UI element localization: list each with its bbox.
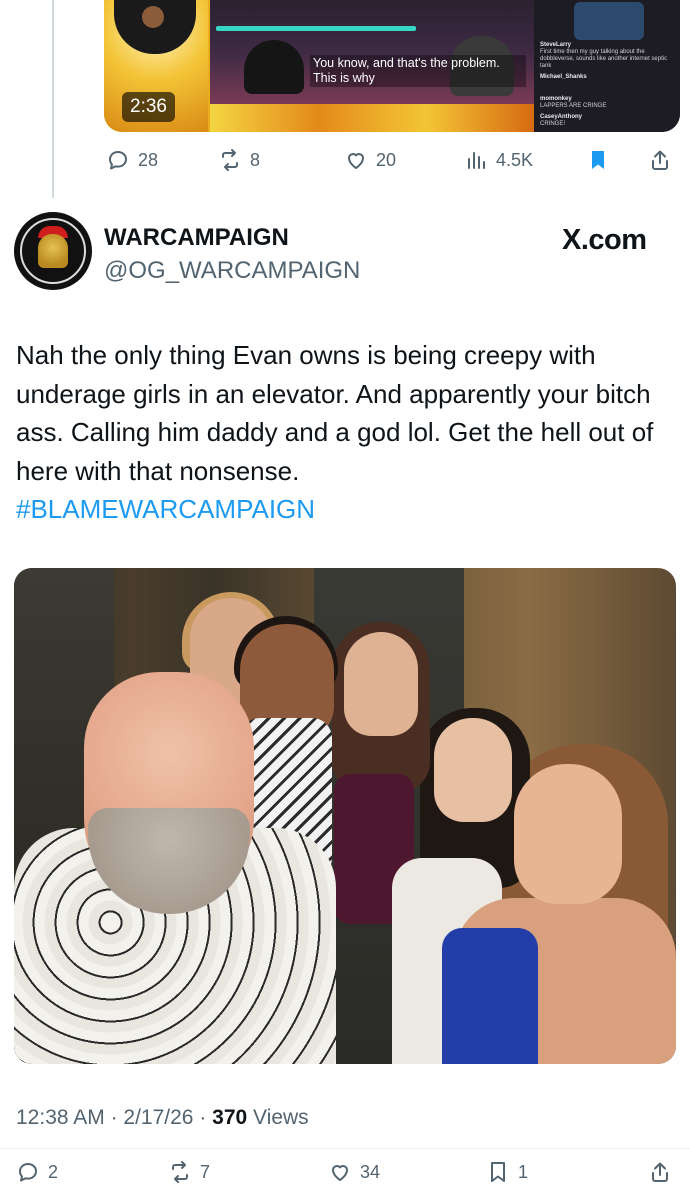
meta-separator: · (193, 1106, 213, 1129)
post-time[interactable]: 12:38 AM (16, 1106, 105, 1129)
bookmark-icon (491, 1162, 505, 1182)
like-action[interactable]: 20 (344, 148, 396, 172)
heart-icon (332, 1165, 348, 1181)
chat-text: First time then my guy talking about the… (540, 49, 668, 69)
chat-username: SteveLarry (540, 42, 572, 48)
bookmark-count: 1 (518, 1161, 529, 1182)
views-label: Views (247, 1106, 309, 1129)
xcom-watermark: X.com (562, 224, 647, 256)
person-face (434, 718, 512, 822)
post-date[interactable]: 2/17/26 (123, 1106, 193, 1129)
chat-username: Michael_Shanks (540, 74, 587, 80)
author-handle[interactable]: @OG_WARCAMPAIGN (104, 257, 360, 285)
streamer-cam (574, 2, 644, 40)
divider (0, 1148, 690, 1149)
person-face (514, 764, 622, 904)
repost-action[interactable]: 8 (218, 148, 260, 172)
reply-icon (19, 1163, 37, 1182)
bookmark-action[interactable]: 1 (486, 1160, 528, 1184)
thread-connector-line (52, 0, 54, 198)
repost-icon (172, 1161, 188, 1183)
chat-message: SteveLarry First time then my guy talkin… (540, 42, 674, 70)
vinyl-label (142, 6, 164, 28)
person-dress (442, 928, 538, 1064)
reply-count: 28 (138, 149, 159, 170)
chat-username: momonkey (540, 96, 572, 102)
repost-count: 7 (200, 1161, 211, 1182)
video-bottom-strip (210, 104, 534, 132)
bookmark-filled-icon (592, 151, 604, 169)
post-photo[interactable] (14, 568, 676, 1064)
cat-silhouette (244, 40, 304, 94)
chat-text: CRINGE! (540, 121, 566, 127)
views-total: 370 (212, 1106, 248, 1129)
video-caption: You know, and that's the problem. This i… (310, 55, 526, 87)
analytics-icon (468, 152, 485, 169)
chat-message: momonkey LAPPERS ARE CRINGE (540, 96, 674, 110)
post-metadata: 12:38 AM · 2/17/26 · 370 Views (16, 1106, 309, 1130)
meta-separator: · (104, 1106, 124, 1129)
author-display-name[interactable]: WARCAMPAIGN (104, 224, 289, 252)
reply-action[interactable]: 28 (106, 148, 158, 172)
chat-username: CaseyAnthony (540, 114, 583, 120)
bookmark-action[interactable] (586, 148, 610, 172)
repost-count: 8 (250, 149, 261, 170)
reply-icon (109, 151, 127, 170)
person-face (344, 632, 418, 736)
chat-message: CaseyAnthony CRINGE! (540, 114, 674, 128)
repost-action[interactable]: 7 (168, 1160, 210, 1184)
video-progress-graphic (216, 26, 416, 31)
hashtag-link[interactable]: #BLAMEWARCAMPAIGN (16, 494, 315, 524)
like-count: 20 (376, 149, 397, 170)
like-action[interactable]: 34 (328, 1160, 380, 1184)
share-icon (652, 150, 668, 170)
repost-icon (222, 149, 238, 171)
chat-text: LAPPERS ARE CRINGE (540, 103, 607, 109)
chat-message: Michael_Shanks (540, 74, 674, 81)
reply-action[interactable]: 2 (16, 1160, 58, 1184)
heart-icon (348, 153, 364, 169)
views-count: 4.5K (496, 149, 534, 170)
quoted-video-thumbnail[interactable]: You know, and that's the problem. This i… (104, 0, 680, 132)
post-body: Nah the only thing Evan owns is being cr… (16, 340, 654, 486)
views-action[interactable]: 4.5K (464, 148, 533, 172)
share-action[interactable] (648, 1160, 672, 1184)
post-text: Nah the only thing Evan owns is being cr… (16, 336, 680, 529)
share-action[interactable] (648, 148, 672, 172)
share-icon (652, 1162, 668, 1182)
avatar[interactable] (14, 212, 92, 290)
video-duration-badge: 2:36 (122, 92, 175, 122)
like-count: 34 (360, 1161, 381, 1182)
spartan-helmet-icon (38, 234, 68, 268)
reply-count: 2 (48, 1161, 59, 1182)
